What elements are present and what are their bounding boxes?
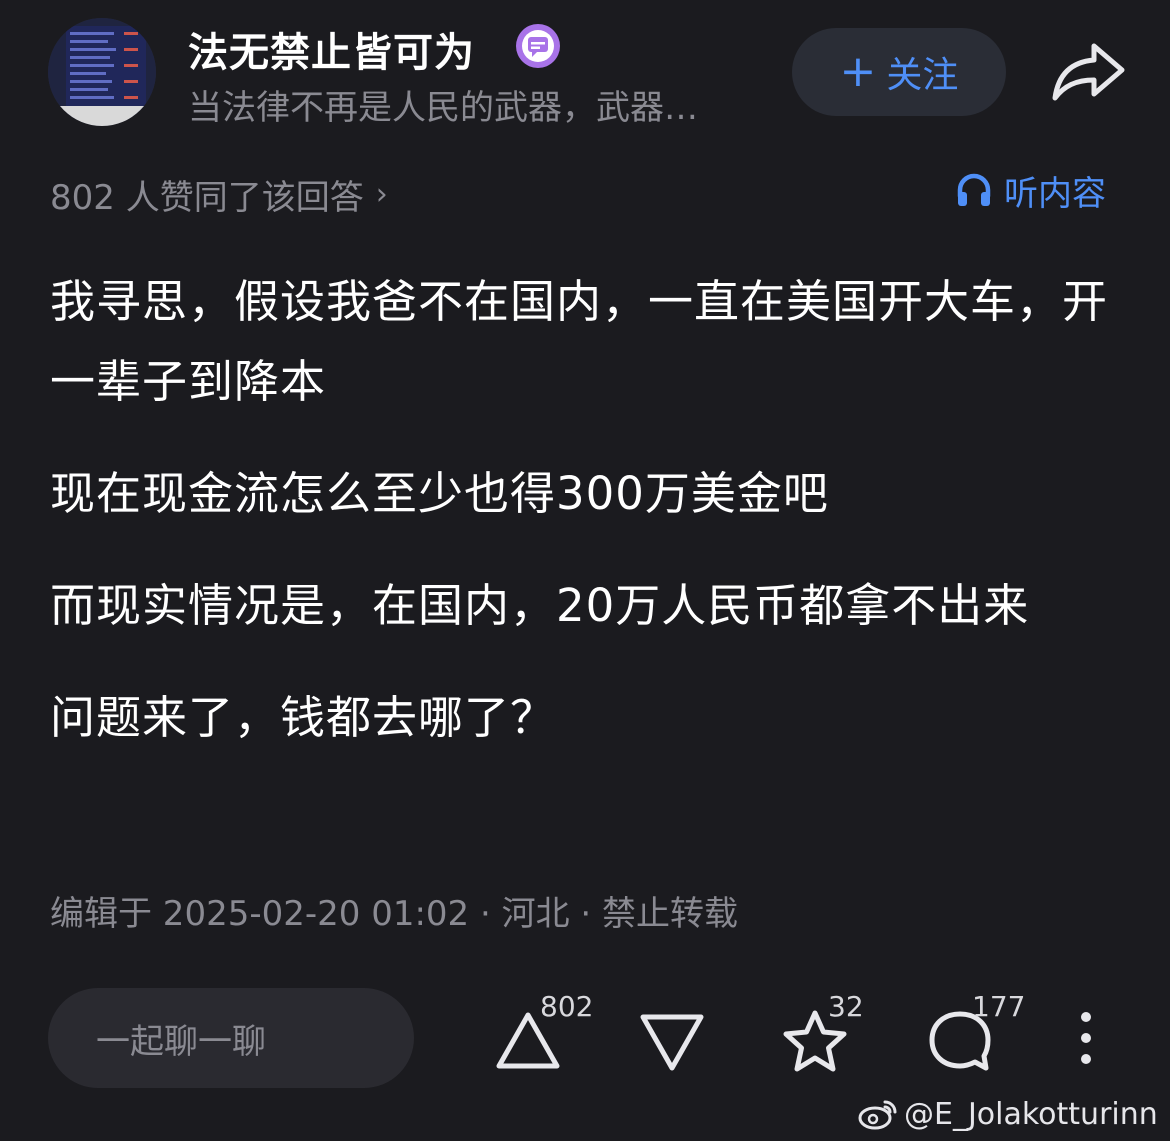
paragraph: 我寻思，假设我爸不在国内，一直在美国开大车，开一辈子到降本 bbox=[50, 275, 1109, 408]
downvote-button[interactable] bbox=[638, 1012, 706, 1072]
agree-count-link[interactable]: 802 人赞同了该回答 › bbox=[50, 170, 388, 219]
favorite-count: 32 bbox=[828, 990, 864, 1023]
listen-button[interactable]: 听内容 bbox=[954, 168, 1106, 214]
plus-icon: + bbox=[839, 46, 877, 97]
upvote-count: 802 bbox=[540, 990, 594, 1023]
headphones-icon bbox=[957, 173, 991, 206]
comment-count: 177 bbox=[972, 990, 1026, 1023]
watermark: @E_Jolakotturinn bbox=[858, 1094, 1158, 1134]
chevron-right-icon: › bbox=[375, 177, 388, 212]
follow-label: 关注 bbox=[886, 55, 959, 96]
paragraph: 现在现金流怎么至少也得300万美金吧 bbox=[50, 467, 829, 520]
answer-content: 我寻思，假设我爸不在国内，一直在美国开大车，开一辈子到降本 现在现金流怎么至少也… bbox=[50, 262, 1130, 790]
chat-input[interactable]: 一起聊一聊 bbox=[48, 988, 414, 1088]
watermark-text: @E_Jolakotturinn bbox=[904, 1096, 1158, 1132]
answer-page: 法无禁止皆可为 当法律不再是人民的武器，武器… + 关注 802 人赞同了该回答… bbox=[0, 0, 1170, 1141]
chat-badge-icon bbox=[516, 24, 560, 68]
author-bio: 当法律不再是人民的武器，武器… bbox=[188, 88, 698, 128]
avatar[interactable] bbox=[48, 18, 156, 126]
avatar-image bbox=[48, 18, 156, 126]
downvote-icon bbox=[640, 1014, 704, 1071]
share-icon[interactable] bbox=[1050, 40, 1126, 104]
more-icon[interactable] bbox=[1076, 1010, 1096, 1066]
author-name[interactable]: 法无禁止皆可为 bbox=[188, 20, 475, 78]
edit-info: 编辑于 2025-02-20 01:02 · 河北 · 禁止转载 bbox=[50, 894, 739, 934]
agree-text: 802 人赞同了该回答 bbox=[50, 178, 364, 218]
listen-label: 听内容 bbox=[1004, 173, 1106, 214]
paragraph: 而现实情况是，在国内，20万人民币都拿不出来 bbox=[50, 579, 1030, 632]
weibo-icon bbox=[858, 1100, 897, 1130]
chat-placeholder: 一起聊一聊 bbox=[96, 1021, 266, 1062]
follow-button[interactable]: + 关注 bbox=[792, 28, 1006, 116]
answer-header: 法无禁止皆可为 当法律不再是人民的武器，武器… + 关注 bbox=[0, 0, 1170, 140]
paragraph: 问题来了，钱都去哪了？ bbox=[50, 691, 557, 744]
